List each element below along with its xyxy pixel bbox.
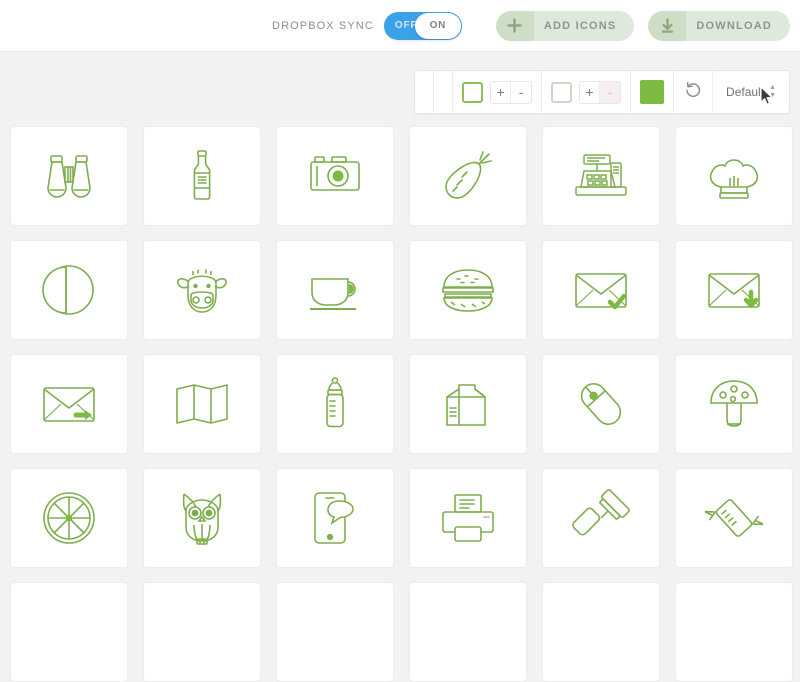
icon-card-map[interactable] <box>143 354 261 454</box>
coffee-cup-icon <box>306 261 364 319</box>
folded-map-icon <box>173 375 231 433</box>
icon-card-milk-carton[interactable] <box>409 354 527 454</box>
icon-card-cow[interactable] <box>143 240 261 340</box>
carrot-icon <box>439 147 497 205</box>
cash-register-icon <box>572 147 630 205</box>
fill-increase-button[interactable]: + <box>580 81 601 103</box>
download-arrow-icon <box>648 10 687 41</box>
download-label: DOWNLOAD <box>696 19 772 32</box>
reset-icon[interactable] <box>683 80 703 105</box>
icon-card-row5-6[interactable] <box>675 582 793 682</box>
icon-card-bottle[interactable] <box>143 126 261 226</box>
icon-card-carrot[interactable] <box>409 126 527 226</box>
icon-card-phone-message[interactable] <box>276 468 394 568</box>
candy-icon <box>705 489 763 547</box>
printer-icon <box>439 489 497 547</box>
icon-card-printer[interactable] <box>409 468 527 568</box>
icon-card-email-download[interactable] <box>675 240 793 340</box>
add-icons-button[interactable]: ADD ICONS <box>495 10 635 41</box>
spinner-arrows-icon[interactable]: ▲ ▼ <box>769 84 776 99</box>
fill-decrease-button[interactable]: - <box>600 81 621 103</box>
toolbar-blank-cell-1[interactable] <box>415 71 435 113</box>
phone-message-icon <box>306 489 364 547</box>
toolbar-blank-cell-2[interactable] <box>434 71 454 113</box>
icon-grid <box>10 126 800 682</box>
icon-card-mushroom[interactable] <box>675 354 793 454</box>
icon-card-row5-4[interactable] <box>409 582 527 682</box>
stroke-stepper: + - <box>490 80 533 104</box>
icon-card-burger[interactable] <box>409 240 527 340</box>
editor-toolbar: + - + - Default ▲ ▼ <box>414 70 790 114</box>
icon-card-baby-bottle[interactable] <box>276 354 394 454</box>
dropbox-sync-toggle[interactable]: OFF ON <box>383 11 462 40</box>
contrast-circle-icon <box>40 261 98 319</box>
icon-card-binoculars[interactable] <box>10 126 128 226</box>
icon-card-row5-1[interactable] <box>10 582 128 682</box>
icon-card-row5-2[interactable] <box>143 582 261 682</box>
email-download-icon <box>705 261 763 319</box>
icon-card-coffee-cup[interactable] <box>276 240 394 340</box>
icon-card-candy[interactable] <box>675 468 793 568</box>
email-check-icon <box>572 261 630 319</box>
fill-controls-group: + - <box>542 71 632 113</box>
toggle-knob: ON <box>414 12 461 39</box>
paint-roller-icon <box>572 489 630 547</box>
cow-icon <box>173 261 231 319</box>
icon-card-row5-3[interactable] <box>276 582 394 682</box>
chef-hat-icon <box>705 147 763 205</box>
add-icons-label: ADD ICONS <box>543 19 617 32</box>
icon-card-mouse[interactable] <box>542 354 660 454</box>
icon-card-lime[interactable] <box>10 468 128 568</box>
email-forward-icon <box>40 375 98 433</box>
mushroom-icon <box>705 375 763 433</box>
toggle-off-label: OFF <box>394 19 418 31</box>
hamburger-icon <box>439 261 497 319</box>
lime-slice-icon <box>40 489 98 547</box>
computer-mouse-icon <box>572 375 630 433</box>
fill-color-square[interactable] <box>551 81 573 103</box>
reset-cell <box>674 71 714 113</box>
preset-select-cell: Default ▲ ▼ <box>713 71 789 113</box>
preset-select[interactable]: Default ▲ ▼ <box>722 84 780 99</box>
icon-card-cash-register[interactable] <box>542 126 660 226</box>
fill-stepper: + - <box>579 80 622 104</box>
baby-bottle-icon <box>306 375 364 433</box>
stroke-increase-button[interactable]: + <box>491 81 512 103</box>
color-swatch-cell <box>631 71 675 113</box>
chevron-up-icon: ▲ <box>769 84 776 91</box>
download-button[interactable]: DOWNLOAD <box>648 10 790 41</box>
stroke-controls-group: + - <box>453 71 543 113</box>
plus-icon <box>495 10 534 41</box>
stroke-color-square[interactable] <box>462 81 484 103</box>
icon-card-camera[interactable] <box>276 126 394 226</box>
icon-card-owl[interactable] <box>143 468 261 568</box>
camera-icon <box>306 147 364 205</box>
milk-carton-icon <box>439 375 497 433</box>
binoculars-icon <box>40 147 98 205</box>
chevron-down-icon: ▼ <box>769 92 776 99</box>
icon-card-chef-hat[interactable] <box>675 126 793 226</box>
top-header: DROPBOX SYNC OFF ON ADD ICONS DOWNLOAD <box>0 0 800 52</box>
dropbox-sync-label: DROPBOX SYNC <box>272 19 374 32</box>
icon-card-paint-roller[interactable] <box>542 468 660 568</box>
icon-card-row5-5[interactable] <box>542 582 660 682</box>
preset-select-value: Default <box>726 85 765 99</box>
icon-card-email-check[interactable] <box>542 240 660 340</box>
icon-card-email-forward[interactable] <box>10 354 128 454</box>
owl-icon <box>173 489 231 547</box>
wine-bottle-icon <box>173 147 231 205</box>
icon-card-contrast[interactable] <box>10 240 128 340</box>
toggle-on-label: ON <box>429 20 447 31</box>
stroke-decrease-button[interactable]: - <box>511 81 532 103</box>
active-color-swatch[interactable] <box>640 80 665 104</box>
